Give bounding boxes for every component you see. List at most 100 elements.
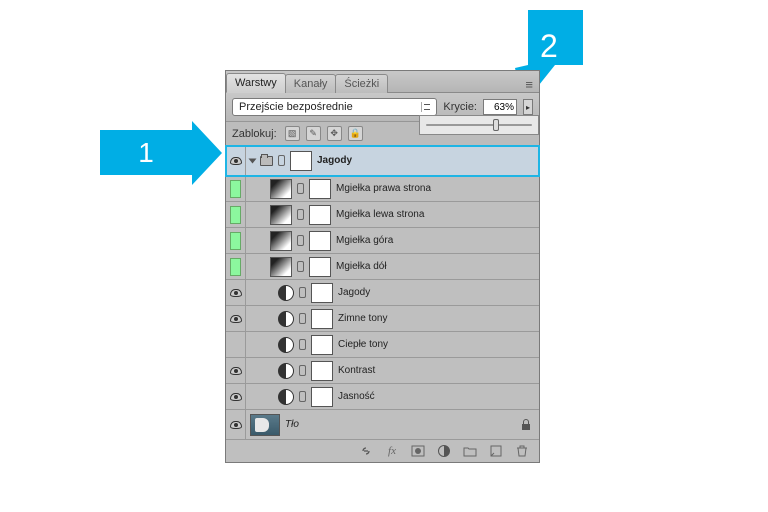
blend-mode-select[interactable]: Przejście bezpośrednie bbox=[232, 98, 437, 116]
visibility-toggle[interactable] bbox=[226, 254, 246, 279]
new-group-icon[interactable] bbox=[463, 444, 477, 458]
annotation-label-2: 2 bbox=[540, 28, 558, 65]
visibility-toggle[interactable] bbox=[226, 410, 246, 439]
layer-mgielka-lewa[interactable]: Mgiełka lewa strona bbox=[226, 202, 539, 228]
visibility-toggle[interactable] bbox=[226, 228, 246, 253]
visibility-toggle[interactable] bbox=[226, 332, 246, 357]
eye-icon bbox=[230, 421, 242, 429]
visibility-toggle[interactable] bbox=[226, 280, 246, 305]
layer-mask-thumb[interactable] bbox=[311, 361, 333, 381]
link-icon bbox=[299, 287, 306, 298]
link-icon bbox=[297, 261, 304, 272]
layer-mask-thumb[interactable] bbox=[309, 179, 331, 199]
opacity-flyout-arrow-icon[interactable]: ▸ bbox=[523, 99, 533, 115]
lock-transparent-icon[interactable]: ▧ bbox=[285, 126, 300, 141]
visibility-toggle[interactable] bbox=[226, 176, 246, 201]
lock-position-icon[interactable]: ✥ bbox=[327, 126, 342, 141]
visibility-toggle[interactable] bbox=[226, 306, 246, 331]
tab-paths[interactable]: Ścieżki bbox=[335, 74, 388, 93]
link-icon bbox=[278, 155, 285, 166]
mask-icon[interactable] bbox=[411, 444, 425, 458]
layer-name[interactable]: Jagody bbox=[338, 287, 370, 298]
opacity-slider-popup bbox=[419, 115, 539, 135]
adjustment-icon bbox=[278, 363, 294, 379]
visibility-toggle[interactable] bbox=[226, 146, 246, 175]
disclosure-triangle-icon[interactable] bbox=[249, 158, 257, 163]
layer-mgielka-prawa[interactable]: Mgiełka prawa strona bbox=[226, 176, 539, 202]
adjustment-icon bbox=[278, 337, 294, 353]
panel-footer: fx bbox=[226, 440, 539, 462]
layer-thumb[interactable] bbox=[250, 414, 280, 436]
layer-name[interactable]: Kontrast bbox=[338, 365, 375, 376]
link-layers-icon[interactable] bbox=[359, 444, 373, 458]
layer-background[interactable]: Tło bbox=[226, 410, 539, 440]
layer-name[interactable]: Mgiełka prawa strona bbox=[336, 183, 431, 194]
layer-thumb[interactable] bbox=[270, 205, 292, 225]
lock-icon bbox=[521, 419, 531, 430]
link-icon bbox=[299, 365, 306, 376]
lock-label: Zablokuj: bbox=[232, 128, 277, 140]
opacity-slider[interactable] bbox=[426, 124, 532, 126]
visibility-toggle[interactable] bbox=[226, 384, 246, 409]
layer-adj-jasnosc[interactable]: Jasność bbox=[226, 384, 539, 410]
layer-mask-thumb[interactable] bbox=[309, 231, 331, 251]
layer-name[interactable]: Mgiełka lewa strona bbox=[336, 209, 424, 220]
layer-adj-cieple[interactable]: Ciepłe tony bbox=[226, 332, 539, 358]
adjustment-layer-icon[interactable] bbox=[437, 444, 451, 458]
layer-name[interactable]: Mgiełka dół bbox=[336, 261, 387, 272]
layer-name[interactable]: Jagody bbox=[317, 155, 352, 166]
annotation-label-1: 1 bbox=[138, 137, 154, 169]
layer-mask-thumb[interactable] bbox=[309, 205, 331, 225]
group-mask-thumb[interactable] bbox=[290, 151, 312, 171]
tab-channels[interactable]: Kanały bbox=[285, 74, 337, 93]
tab-layers[interactable]: Warstwy bbox=[226, 73, 286, 93]
layer-mask-thumb[interactable] bbox=[311, 309, 333, 329]
link-icon bbox=[299, 339, 306, 350]
adjustment-icon bbox=[278, 285, 294, 301]
visibility-toggle[interactable] bbox=[226, 202, 246, 227]
color-tag-icon bbox=[230, 206, 241, 224]
layer-name[interactable]: Zimne tony bbox=[338, 313, 387, 324]
fx-icon[interactable]: fx bbox=[385, 444, 399, 458]
link-icon bbox=[299, 391, 306, 402]
layer-mask-thumb[interactable] bbox=[309, 257, 331, 277]
layer-thumb[interactable] bbox=[270, 257, 292, 277]
layer-thumb[interactable] bbox=[270, 231, 292, 251]
color-tag-icon bbox=[230, 258, 241, 276]
eye-icon bbox=[230, 315, 242, 323]
layer-adj-kontrast[interactable]: Kontrast bbox=[226, 358, 539, 384]
layer-name[interactable]: Tło bbox=[285, 419, 299, 430]
link-icon bbox=[297, 209, 304, 220]
opacity-slider-thumb[interactable] bbox=[493, 119, 499, 131]
panel-tabs: Warstwy Kanały Ścieżki ≡ bbox=[226, 71, 539, 93]
opacity-input[interactable] bbox=[483, 99, 517, 115]
color-tag-icon bbox=[230, 232, 241, 250]
layer-mask-thumb[interactable] bbox=[311, 283, 333, 303]
eye-icon bbox=[230, 157, 242, 165]
eye-icon bbox=[230, 393, 242, 401]
link-icon bbox=[297, 183, 304, 194]
layer-mask-thumb[interactable] bbox=[311, 335, 333, 355]
layer-group-jagody[interactable]: Jagody bbox=[226, 146, 539, 176]
layer-adj-jagody[interactable]: Jagody bbox=[226, 280, 539, 306]
opacity-label: Krycie: bbox=[443, 101, 477, 113]
layer-mgielka-gora[interactable]: Mgiełka góra bbox=[226, 228, 539, 254]
lock-all-icon[interactable]: 🔒 bbox=[348, 126, 363, 141]
layer-thumb[interactable] bbox=[270, 179, 292, 199]
annotation-arrow-1: 1 bbox=[100, 130, 192, 175]
panel-menu-icon[interactable]: ≡ bbox=[519, 77, 539, 92]
layers-panel: Warstwy Kanały Ścieżki ≡ Przejście bezpo… bbox=[225, 70, 540, 463]
visibility-toggle[interactable] bbox=[226, 358, 246, 383]
trash-icon[interactable] bbox=[515, 444, 529, 458]
layer-mask-thumb[interactable] bbox=[311, 387, 333, 407]
new-layer-icon[interactable] bbox=[489, 444, 503, 458]
blend-opacity-row: Przejście bezpośrednie Krycie: ▸ bbox=[226, 93, 539, 122]
link-icon bbox=[299, 313, 306, 324]
layer-name[interactable]: Jasność bbox=[338, 391, 375, 402]
layer-name[interactable]: Ciepłe tony bbox=[338, 339, 388, 350]
layer-mgielka-dol[interactable]: Mgiełka dół bbox=[226, 254, 539, 280]
layer-adj-zimne[interactable]: Zimne tony bbox=[226, 306, 539, 332]
adjustment-icon bbox=[278, 311, 294, 327]
lock-pixels-icon[interactable]: ✎ bbox=[306, 126, 321, 141]
layer-name[interactable]: Mgiełka góra bbox=[336, 235, 393, 246]
